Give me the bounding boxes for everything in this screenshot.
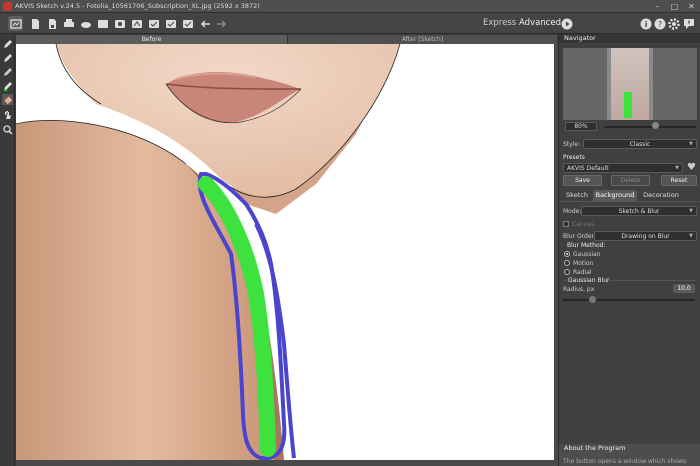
- mode-advanced[interactable]: Advanced: [519, 18, 561, 28]
- gaussian-label: Gaussian: [573, 251, 601, 258]
- radius-slider[interactable]: [563, 299, 695, 301]
- zoom-icon[interactable]: [2, 124, 13, 135]
- undo-arrow-icon[interactable]: [198, 16, 213, 31]
- settings-panel: Navigator 80% Style: Classic ▼ Presets AK…: [558, 34, 700, 466]
- tab-background[interactable]: Background: [593, 190, 637, 201]
- redo-arrow-icon[interactable]: [213, 16, 228, 31]
- presets-label: Presets: [563, 154, 585, 161]
- view-tabs: Before After [Sketch]: [16, 35, 557, 44]
- canvas-checkbox-label: Canvas: [572, 221, 595, 228]
- eraser-icon[interactable]: [2, 52, 13, 63]
- check-icon[interactable]: [163, 16, 178, 31]
- share-icon[interactable]: [78, 16, 93, 31]
- minimize-icon[interactable]: –: [649, 0, 666, 13]
- zoom-slider[interactable]: [604, 126, 696, 128]
- blur-order-dropdown[interactable]: Drawing on Blur ▼: [594, 231, 697, 241]
- main-toolbar: Express Advanced ?: [0, 13, 700, 34]
- blur-method-label: Blur Method:: [567, 242, 606, 249]
- radius-value[interactable]: 10,0: [673, 284, 695, 293]
- style-dropdown[interactable]: Classic ▼: [583, 139, 697, 149]
- settings-icon[interactable]: [112, 16, 127, 31]
- help-icon[interactable]: ?: [652, 16, 667, 31]
- mode-dropdown[interactable]: Sketch & Blur ▼: [581, 206, 697, 216]
- gaussian-blur-header: Gaussian Blur: [567, 277, 611, 284]
- open-icon[interactable]: [27, 16, 42, 31]
- save-button[interactable]: Save: [563, 175, 602, 186]
- title-bar: AKVIS Sketch v.24.5 - Fotolia_10561706_S…: [0, 0, 700, 13]
- tab-decoration[interactable]: Decoration: [641, 190, 681, 201]
- mode-express[interactable]: Express: [483, 18, 516, 28]
- app-logo-icon: [3, 2, 12, 11]
- motion-label: Motion: [573, 260, 594, 267]
- bucket-icon[interactable]: [2, 80, 13, 91]
- home-icon[interactable]: [8, 16, 23, 31]
- blur-order-label: Blur Order:: [563, 233, 596, 240]
- photo-image: [16, 44, 401, 460]
- pencil-icon[interactable]: [2, 38, 13, 49]
- tube-icon[interactable]: [2, 66, 13, 77]
- radial-radio[interactable]: [564, 269, 570, 275]
- tab-sketch[interactable]: Sketch: [563, 190, 591, 201]
- navigator-preview[interactable]: [563, 48, 697, 120]
- background-icon[interactable]: [146, 16, 161, 31]
- about-text: The button opens a window which shows: [563, 458, 687, 465]
- batch-icon[interactable]: [95, 16, 110, 31]
- hand-icon[interactable]: [2, 109, 13, 120]
- navigator-thumbnail: [607, 48, 653, 120]
- close-icon[interactable]: ✕: [683, 0, 700, 13]
- window-title: AKVIS Sketch v.24.5 - Fotolia_10561706_S…: [15, 2, 260, 10]
- save-icon[interactable]: [44, 16, 59, 31]
- favorite-heart-icon[interactable]: ♥: [687, 162, 696, 173]
- gaussian-radio[interactable]: [564, 251, 570, 257]
- reset-button[interactable]: Reset: [661, 175, 697, 186]
- gear-icon[interactable]: [666, 16, 681, 31]
- sketch-icon[interactable]: [129, 16, 144, 31]
- radius-slider-handle[interactable]: [589, 296, 596, 303]
- notification-icon[interactable]: [681, 16, 696, 31]
- mode-label: Mode:: [563, 208, 582, 215]
- delete-button[interactable]: Delete: [611, 175, 650, 186]
- tools-panel: [0, 34, 15, 466]
- zoom-value[interactable]: 80%: [565, 122, 597, 131]
- erase-icon[interactable]: [2, 94, 13, 105]
- preset-dropdown[interactable]: AKVIS Default ▼: [563, 163, 683, 173]
- radius-label: Radius, px: [563, 286, 595, 293]
- navigator-title: Navigator: [559, 34, 700, 43]
- radial-label: Radial: [573, 269, 592, 276]
- run-icon[interactable]: [559, 16, 574, 31]
- svg-text:?: ?: [657, 20, 661, 29]
- horizontal-scrollbar[interactable]: [16, 460, 554, 466]
- brush-check-icon[interactable]: [180, 16, 195, 31]
- about-title: About the Program: [559, 444, 700, 453]
- canvas-checkbox[interactable]: [563, 221, 569, 227]
- image-canvas[interactable]: [16, 44, 554, 460]
- tab-after[interactable]: After [Sketch]: [288, 35, 557, 44]
- motion-radio[interactable]: [564, 260, 570, 266]
- tab-divider: [559, 201, 700, 202]
- style-label: Style:: [563, 141, 581, 148]
- info-icon[interactable]: [638, 16, 653, 31]
- about-panel: About the Program The button opens a win…: [559, 444, 700, 466]
- print-icon[interactable]: [61, 16, 76, 31]
- tab-before[interactable]: Before: [16, 35, 288, 44]
- maximize-icon[interactable]: □: [666, 0, 683, 13]
- zoom-slider-handle[interactable]: [651, 122, 659, 129]
